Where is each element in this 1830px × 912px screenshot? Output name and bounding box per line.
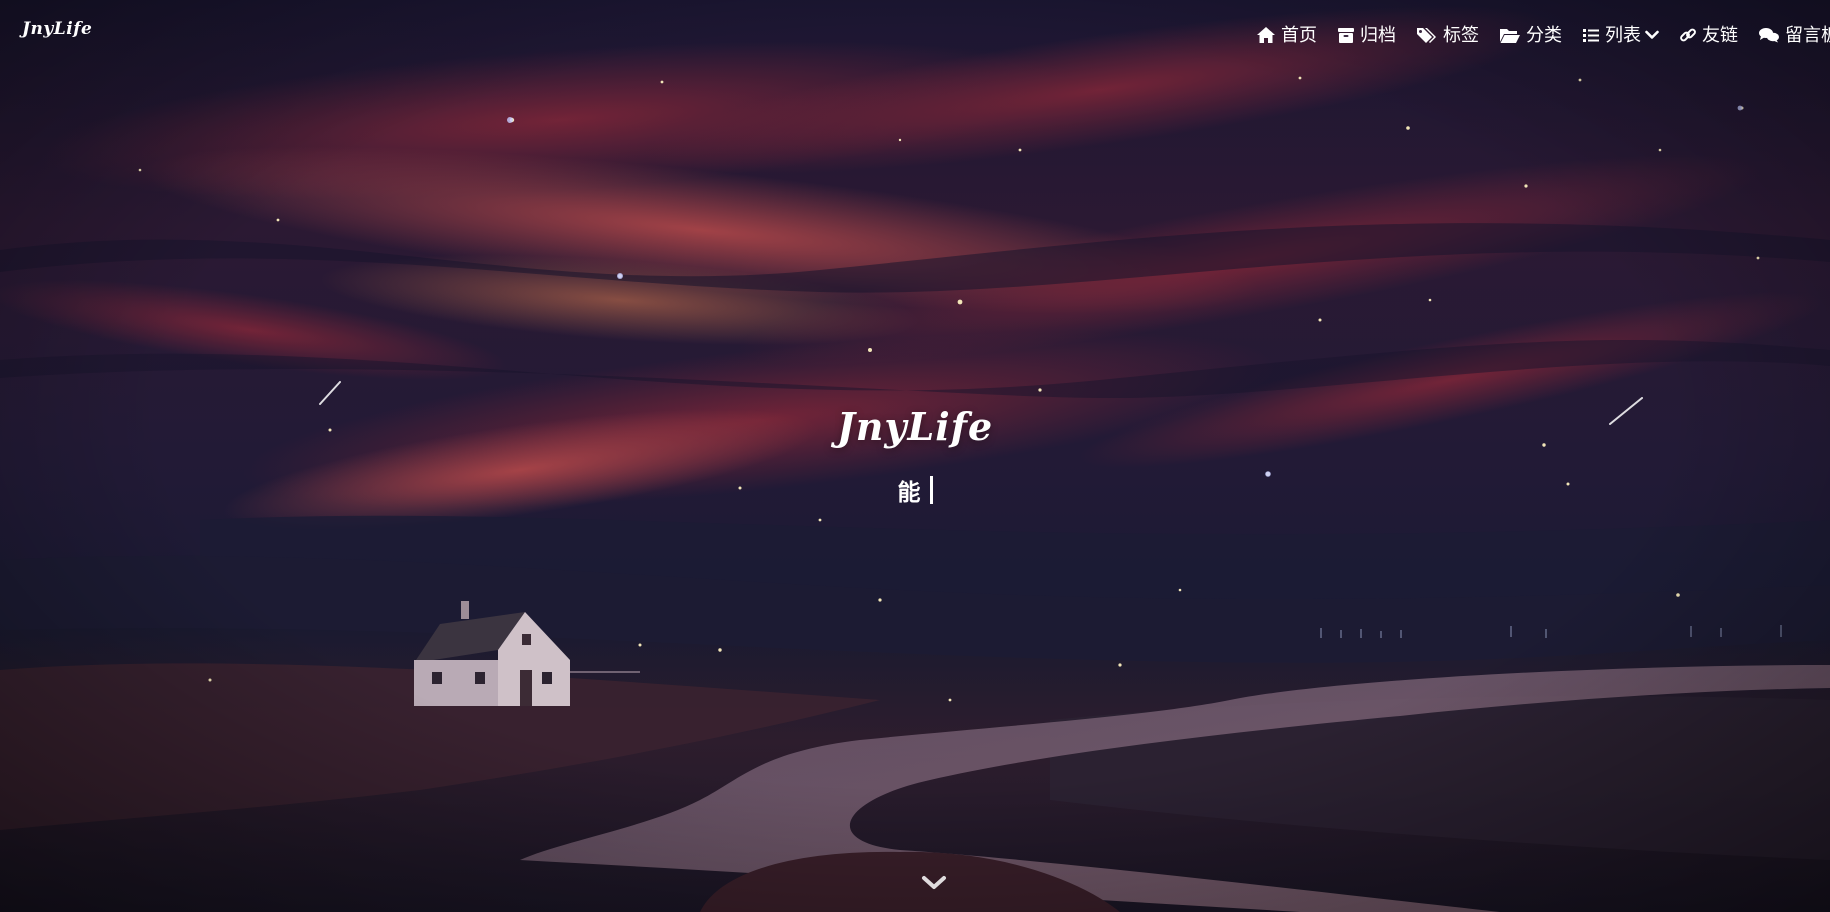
nav-item-friend-links[interactable]: 友链 xyxy=(1679,20,1738,50)
hero-banner: JnyLife 首页 归档 标签 分类 列表 友链 留言 JnyLife 能 xyxy=(0,0,1830,912)
top-navbar: JnyLife 首页 归档 标签 分类 列表 友链 留言 xyxy=(0,0,1830,68)
nav-item-guestbook[interactable]: 留言板 xyxy=(1758,20,1830,50)
nav-item-tags[interactable]: 标签 xyxy=(1416,20,1479,50)
background-night-landscape xyxy=(0,0,1830,912)
folder-open-icon xyxy=(1500,29,1520,43)
home-icon xyxy=(1257,27,1275,43)
nav-item-categories[interactable]: 分类 xyxy=(1499,20,1562,50)
nav-item-label: 首页 xyxy=(1281,25,1317,45)
nav-item-label: 归档 xyxy=(1360,25,1396,45)
chevron-down-icon xyxy=(1645,30,1659,39)
brand-logo[interactable]: JnyLife xyxy=(22,19,92,39)
site-title: JnyLife xyxy=(836,404,994,449)
typing-subtitle: 能 xyxy=(0,473,1830,507)
nav-menu: 首页 归档 标签 分类 列表 友链 留言 xyxy=(1256,20,1830,50)
nav-item-label: 标签 xyxy=(1443,25,1479,45)
subtitle-text: 能 xyxy=(897,479,921,506)
link-icon xyxy=(1680,28,1696,42)
nav-item-label: 友链 xyxy=(1702,25,1738,45)
nav-item-label: 分类 xyxy=(1526,25,1562,45)
typing-cursor xyxy=(929,476,933,504)
nav-item-list-dropdown[interactable]: 列表 xyxy=(1582,20,1659,50)
archive-icon xyxy=(1338,28,1354,43)
nav-item-archive[interactable]: 归档 xyxy=(1337,20,1396,50)
tags-icon xyxy=(1417,28,1436,43)
scroll-down-icon[interactable] xyxy=(921,872,947,894)
list-icon xyxy=(1583,29,1599,42)
nav-item-label: 列表 xyxy=(1605,25,1641,45)
comments-icon xyxy=(1759,28,1779,43)
nav-item-home[interactable]: 首页 xyxy=(1256,20,1317,50)
nav-item-label: 留言板 xyxy=(1785,25,1830,45)
